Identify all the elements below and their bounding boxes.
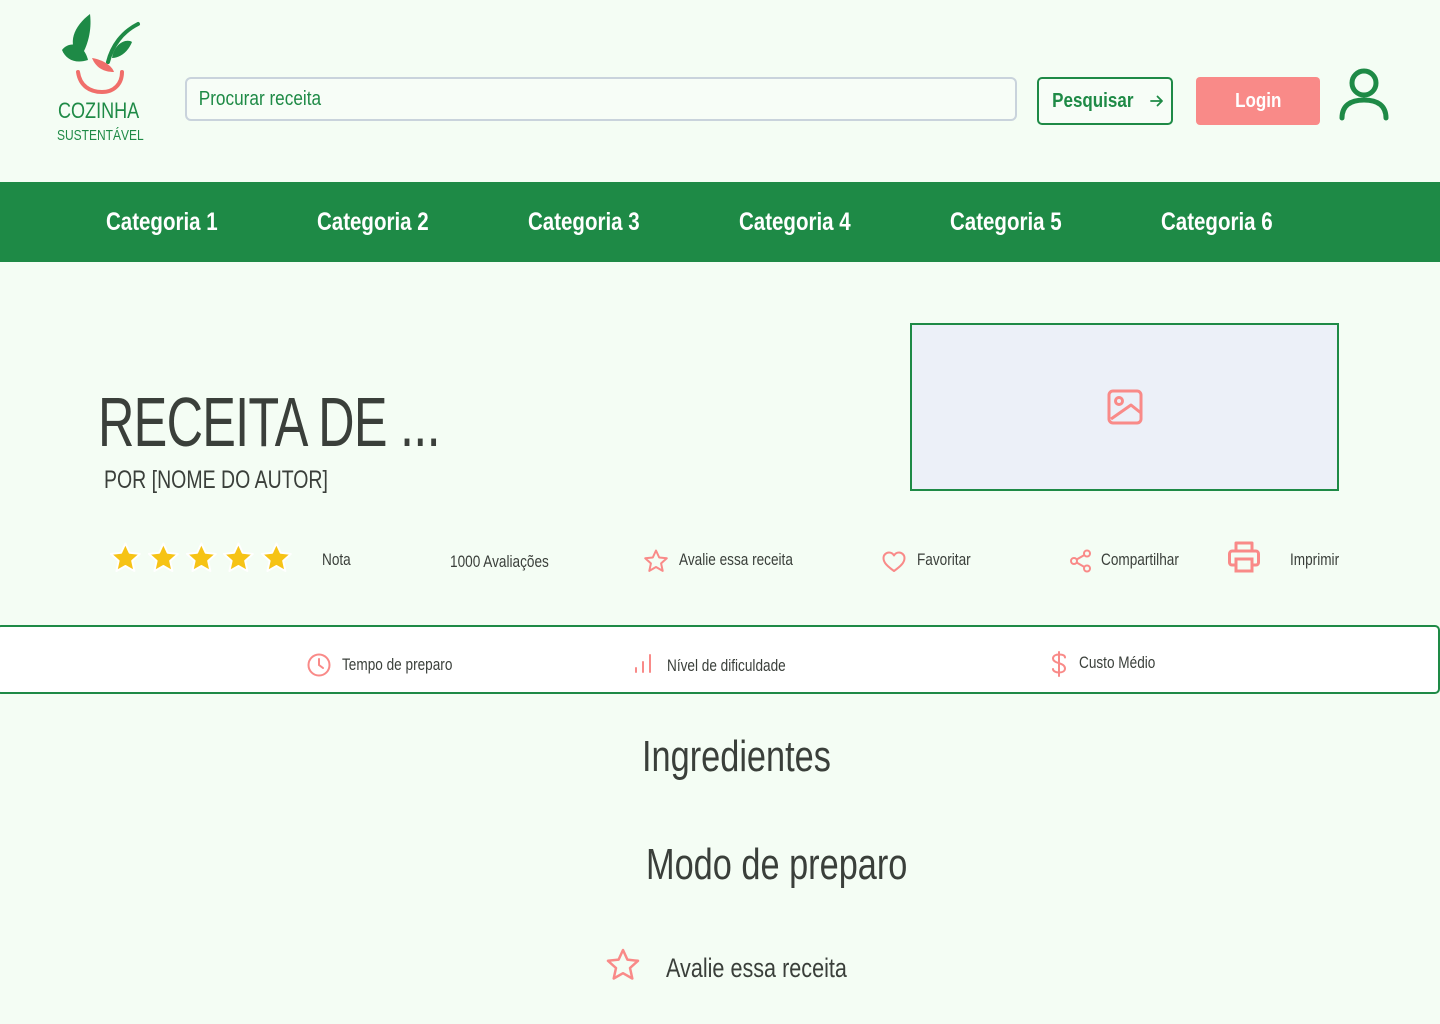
dollar-icon: [1051, 651, 1067, 677]
search-input[interactable]: [197, 86, 901, 112]
nav-item-categoria-5[interactable]: Categoria 5: [950, 208, 1062, 237]
recipe-author: POR [NOME DO AUTOR]: [104, 466, 328, 494]
difficulty-bars-icon: [635, 654, 651, 673]
login-button-label: Login: [1234, 89, 1282, 112]
share-link[interactable]: Compartilhar: [1101, 550, 1179, 570]
recipe-title: RECEITA DE ...: [98, 383, 441, 461]
nav-item-categoria-1[interactable]: Categoria 1: [106, 208, 218, 237]
nav-item-categoria-2[interactable]: Categoria 2: [317, 208, 429, 237]
method-heading: Modo de preparo: [646, 840, 908, 889]
login-button[interactable]: Login: [1196, 77, 1320, 125]
rating-stars: [108, 540, 294, 578]
brand-subtitle: SUSTENTÁVEL: [57, 127, 144, 144]
search-field[interactable]: [185, 77, 1017, 121]
nav-item-categoria-3[interactable]: Categoria 3: [528, 208, 640, 237]
nav-item-categoria-6[interactable]: Categoria 6: [1161, 208, 1273, 237]
favorite-link[interactable]: Favoritar: [917, 550, 971, 570]
ingredients-heading: Ingredientes: [642, 732, 831, 781]
cost-label: Custo Médio: [1079, 653, 1156, 672]
rating-label: Nota: [322, 550, 351, 569]
nav-item-categoria-4[interactable]: Categoria 4: [739, 208, 851, 237]
category-nav: Categoria 1 Categoria 2 Categoria 3 Cate…: [0, 182, 1440, 262]
rate-recipe-link[interactable]: Avalie essa receita: [679, 550, 793, 570]
clock-icon: [307, 653, 331, 677]
star-outline-icon[interactable]: [605, 947, 641, 983]
star-filled-icon: [147, 542, 179, 573]
user-icon[interactable]: [1338, 68, 1390, 122]
image-icon: [1107, 389, 1142, 425]
star-filled-icon: [109, 542, 141, 573]
difficulty-label: Nível de dificuldade: [667, 656, 786, 675]
star-outline-icon[interactable]: [643, 548, 669, 574]
search-button-label: Pesquisar: [1052, 89, 1134, 112]
arrow-right-icon: [1149, 95, 1163, 107]
recipe-image-placeholder: [910, 323, 1339, 491]
prep-time-label: Tempo de preparo: [342, 655, 453, 674]
search-button[interactable]: Pesquisar: [1037, 77, 1173, 125]
star-filled-icon: [223, 542, 255, 573]
star-filled-icon: [261, 542, 293, 573]
rate-recipe-bottom-link[interactable]: Avalie essa receita: [666, 953, 847, 984]
share-icon[interactable]: [1068, 548, 1094, 574]
heart-icon[interactable]: [881, 549, 907, 575]
print-icon[interactable]: [1226, 539, 1262, 575]
reviews-count: 1000 Avaliações: [450, 552, 549, 571]
print-link[interactable]: Imprimir: [1290, 550, 1339, 570]
brand-name: COZINHA: [58, 98, 140, 123]
star-filled-icon: [185, 542, 217, 573]
